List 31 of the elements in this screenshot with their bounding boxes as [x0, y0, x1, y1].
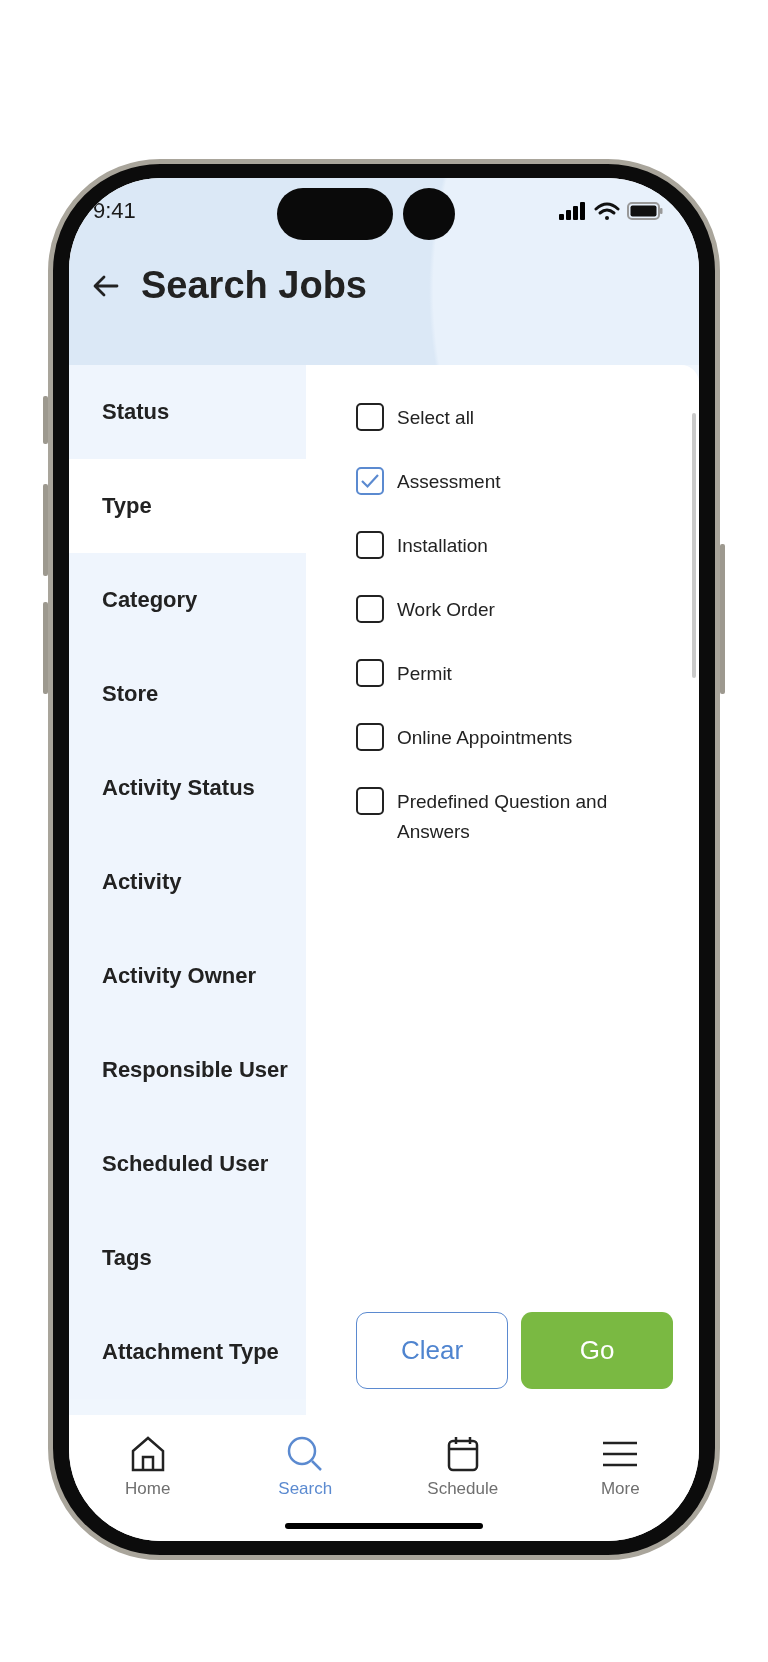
nav-tab[interactable]: Schedule	[384, 1415, 542, 1541]
wifi-icon	[594, 201, 620, 221]
camera-lens	[403, 188, 455, 240]
filter-category[interactable]: Type	[69, 459, 306, 553]
clear-button[interactable]: Clear	[356, 1312, 508, 1389]
status-time: 9:41	[93, 198, 136, 224]
checkbox[interactable]	[356, 403, 384, 431]
back-arrow-icon[interactable]	[93, 274, 119, 297]
checkbox[interactable]	[356, 595, 384, 623]
signal-icon	[559, 202, 587, 220]
checkbox[interactable]	[356, 723, 384, 751]
checkbox[interactable]	[356, 531, 384, 559]
checkbox[interactable]	[356, 787, 384, 815]
checkbox[interactable]	[356, 467, 384, 495]
scrollbar[interactable]	[692, 413, 696, 678]
option-label: Work Order	[397, 598, 495, 622]
nav-tab[interactable]: Search	[226, 1415, 384, 1541]
option-label: Select all	[397, 406, 475, 430]
nav-tab[interactable]: More	[541, 1415, 699, 1541]
nav-tab[interactable]: Home	[69, 1415, 227, 1541]
calendar-icon	[446, 1435, 479, 1473]
check-icon	[360, 473, 380, 489]
checkbox[interactable]	[356, 659, 384, 687]
home-icon	[129, 1435, 166, 1473]
battery-icon	[627, 202, 663, 220]
option-label: Predefined Question and Answers	[397, 790, 609, 844]
option-label: Online Appointments	[397, 726, 573, 750]
page-title: Search Jobs	[141, 264, 367, 307]
option-label: Installation	[397, 534, 488, 558]
option-label: Assessment	[397, 470, 501, 494]
option-label: Permit	[397, 662, 452, 686]
